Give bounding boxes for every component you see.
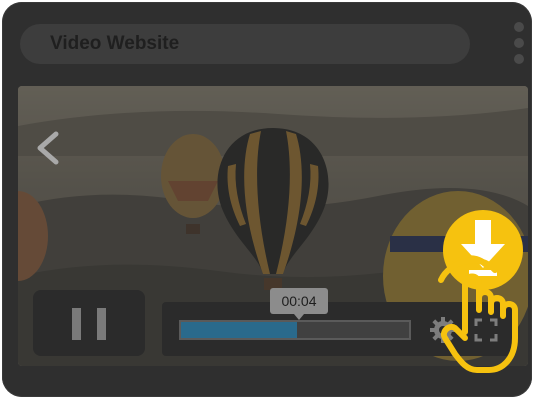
menu-dots-icon[interactable] xyxy=(512,22,526,70)
address-bar-text: Video Website xyxy=(50,33,180,54)
chevron-left-icon[interactable] xyxy=(28,128,68,168)
pause-button[interactable] xyxy=(33,290,145,356)
progress-bar[interactable] xyxy=(179,320,411,340)
address-bar[interactable]: Video Website xyxy=(20,24,470,64)
progress-fill xyxy=(181,322,298,338)
time-tooltip: 00:04 xyxy=(270,288,328,320)
hand-pointer-icon xyxy=(438,255,518,373)
